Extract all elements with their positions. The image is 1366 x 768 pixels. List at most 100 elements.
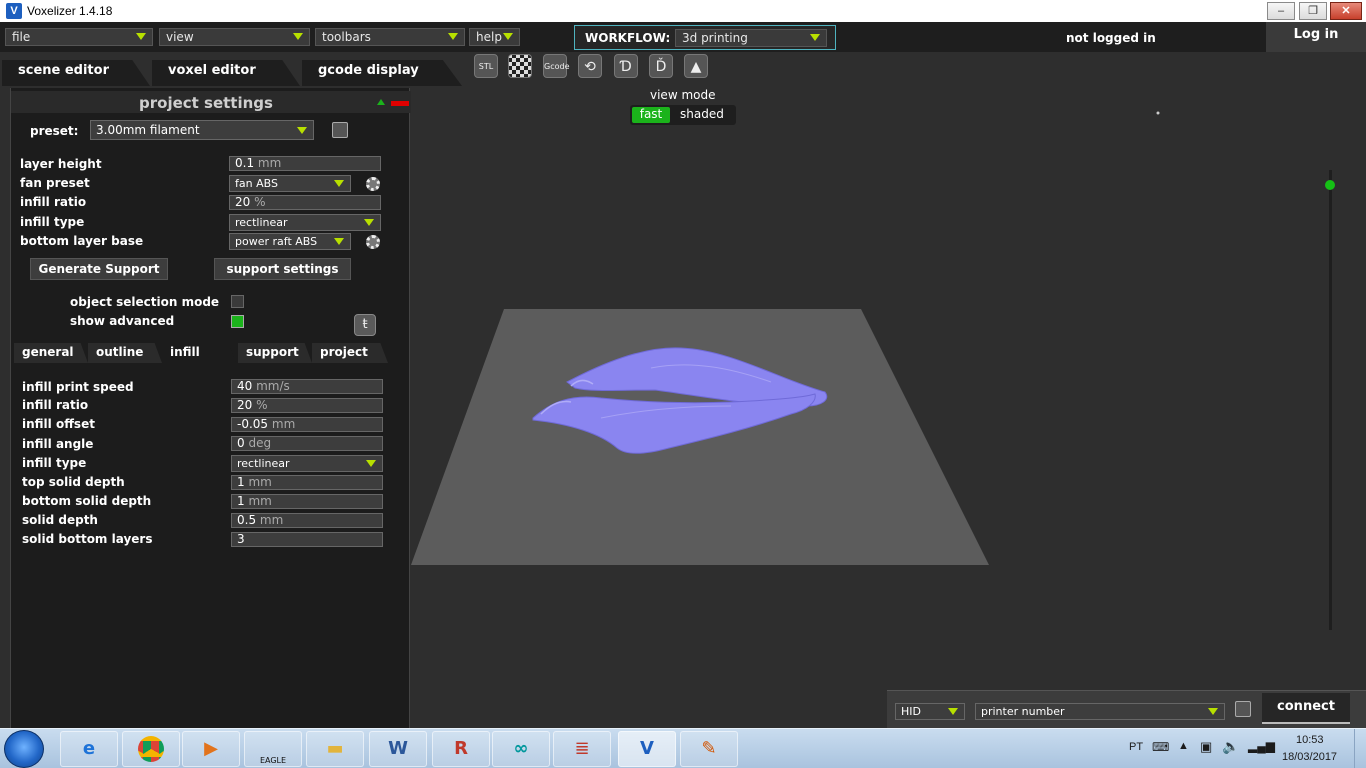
- show-advanced-checkbox[interactable]: [231, 315, 244, 328]
- tray-expand-icon[interactable]: ▲: [1178, 740, 1189, 752]
- infill-offset-value: -0.05: [237, 417, 269, 431]
- tab-scene-editor[interactable]: scene editor: [2, 60, 150, 86]
- rhino-icon[interactable]: R: [432, 731, 490, 767]
- fan-preset-dropdown[interactable]: fan ABS: [229, 175, 351, 192]
- tab-infill[interactable]: infill: [162, 343, 236, 363]
- bottom-layer-base-dropdown[interactable]: power raft ABS: [229, 233, 351, 250]
- d-tool-icon[interactable]: Ɗ: [614, 54, 638, 78]
- object-selection-mode-checkbox[interactable]: [231, 295, 244, 308]
- chevron-down-icon: [1208, 708, 1218, 715]
- infill-ratio-input[interactable]: 20 %: [229, 195, 381, 210]
- network-signal-icon[interactable]: ▂▄▆: [1248, 739, 1275, 753]
- 3d-viewport[interactable]: view mode fast shaded: [411, 88, 1366, 728]
- bottom-solid-depth-label: bottom solid depth: [22, 494, 152, 508]
- workflow-dropdown[interactable]: 3d printing: [675, 29, 827, 47]
- login-button[interactable]: Log in: [1266, 22, 1366, 52]
- layer-height-input[interactable]: 0.1 mm: [229, 156, 381, 171]
- tab-outline[interactable]: outline: [88, 343, 162, 363]
- top-solid-depth-input[interactable]: 1 mm: [231, 475, 383, 490]
- chrome-icon[interactable]: [122, 731, 180, 767]
- close-panel-icon[interactable]: [391, 101, 409, 106]
- chevron-down-icon: [293, 33, 303, 40]
- voxelizer-taskbar-icon[interactable]: V: [618, 731, 676, 767]
- workflow-selector: WORKFLOW: 3d printing: [574, 25, 836, 50]
- rotate-icon[interactable]: ⟲: [578, 54, 602, 78]
- support-settings-button[interactable]: support settings: [214, 258, 351, 280]
- minimize-button[interactable]: –: [1267, 2, 1295, 20]
- solid-bottom-layers-input[interactable]: 3: [231, 532, 383, 547]
- gcode-icon-label: Gcode: [544, 62, 570, 71]
- paint-icon[interactable]: ✎: [680, 731, 738, 767]
- mountain-icon[interactable]: ▲: [684, 54, 708, 78]
- keyboard-icon[interactable]: ⌨: [1152, 740, 1169, 754]
- copper-cam-icon[interactable]: ≣: [553, 731, 611, 767]
- tab-support-label: support: [246, 345, 299, 359]
- printer-dropdown[interactable]: printer number: [975, 703, 1225, 720]
- word-icon[interactable]: W: [369, 731, 427, 767]
- tab-general[interactable]: general: [14, 343, 88, 363]
- tree-view-icon[interactable]: ŧ: [354, 314, 376, 336]
- eagle-icon[interactable]: EAGLE: [244, 731, 302, 767]
- help-menu[interactable]: help: [469, 28, 520, 46]
- show-desktop-button[interactable]: [1354, 729, 1366, 768]
- gear-icon[interactable]: [366, 235, 380, 249]
- preset-label: preset:: [30, 124, 79, 138]
- device-icon[interactable]: ▣: [1200, 739, 1212, 755]
- port-dropdown[interactable]: HID: [895, 703, 965, 720]
- build-plate-scene: [411, 111, 1160, 565]
- menubar: file view toolbars help WORKFLOW: 3d pri…: [0, 22, 1366, 52]
- infill-type-value: rectlinear: [235, 216, 288, 229]
- toolbars-menu-label: toolbars: [322, 30, 371, 44]
- preset-dropdown[interactable]: 3.00mm filament: [90, 120, 314, 140]
- infill-type-dropdown[interactable]: rectlinear: [229, 214, 381, 231]
- d-tool-alt-icon[interactable]: Ď: [649, 54, 673, 78]
- generate-support-button[interactable]: Generate Support: [30, 258, 168, 280]
- bottom-layer-base-label: bottom layer base: [20, 234, 144, 248]
- infill-ratio-adv-input[interactable]: 20 %: [231, 398, 383, 413]
- window-title: Voxelizer 1.4.18: [27, 4, 113, 18]
- infill-print-speed-input[interactable]: 40 mm/s: [231, 379, 383, 394]
- tab-gcode-display[interactable]: gcode display: [302, 60, 462, 86]
- toolbars-menu[interactable]: toolbars: [315, 28, 465, 46]
- infill-ratio-unit: %: [254, 195, 266, 209]
- file-menu[interactable]: file: [5, 28, 153, 46]
- view-menu[interactable]: view: [159, 28, 310, 46]
- windows-taskbar: e ▶ EAGLE ▬ W R ∞ ≣ V ✎ PT ⌨ ▲ ▣ 🔈 ▂▄▆ 1…: [0, 728, 1366, 768]
- media-player-icon[interactable]: ▶: [182, 731, 240, 767]
- arduino-icon[interactable]: ∞: [492, 731, 550, 767]
- clock-time[interactable]: 10:53: [1296, 734, 1324, 746]
- solid-depth-input[interactable]: 0.5 mm: [231, 513, 383, 528]
- save-printer-icon[interactable]: [1235, 701, 1251, 717]
- volume-icon[interactable]: 🔈: [1222, 738, 1239, 755]
- ie-icon[interactable]: e: [60, 731, 118, 767]
- infill-offset-input[interactable]: -0.05 mm: [231, 417, 383, 432]
- maximize-button[interactable]: ❐: [1299, 2, 1327, 20]
- clock-date[interactable]: 18/03/2017: [1282, 751, 1337, 763]
- infill-angle-input[interactable]: 0 deg: [231, 436, 383, 451]
- port-value: HID: [901, 705, 921, 718]
- connect-button[interactable]: connect: [1262, 693, 1350, 724]
- collapse-up-icon[interactable]: [377, 99, 385, 105]
- open-gcode-icon[interactable]: Gcode: [543, 54, 570, 78]
- tab-project[interactable]: project: [312, 343, 388, 363]
- explorer-icon[interactable]: ▬: [306, 731, 364, 767]
- solid-bottom-layers-label: solid bottom layers: [22, 532, 153, 546]
- gear-icon[interactable]: [366, 177, 380, 191]
- settings-panel: project settings preset: 3.00mm filament…: [10, 88, 411, 728]
- language-indicator[interactable]: PT: [1129, 741, 1143, 753]
- start-button[interactable]: [4, 730, 44, 768]
- stl-icon-label: STL: [478, 62, 494, 71]
- bottom-solid-depth-input[interactable]: 1 mm: [231, 494, 383, 509]
- layer-slider-track[interactable]: [1329, 170, 1332, 630]
- layer-slider-handle[interactable]: [1325, 180, 1335, 190]
- checker-icon[interactable]: [508, 54, 532, 78]
- tab-support[interactable]: support: [238, 343, 312, 363]
- close-window-button[interactable]: ✕: [1330, 2, 1362, 20]
- infill-type-adv-dropdown[interactable]: rectlinear: [231, 455, 383, 472]
- tab-voxel-editor[interactable]: voxel editor: [152, 60, 300, 86]
- bottom-solid-depth-unit: mm: [248, 494, 272, 508]
- chevron-down-icon: [948, 708, 958, 715]
- infill-ratio-adv-label: infill ratio: [22, 398, 89, 412]
- save-preset-icon[interactable]: [332, 122, 348, 138]
- open-stl-icon[interactable]: STL: [474, 54, 498, 78]
